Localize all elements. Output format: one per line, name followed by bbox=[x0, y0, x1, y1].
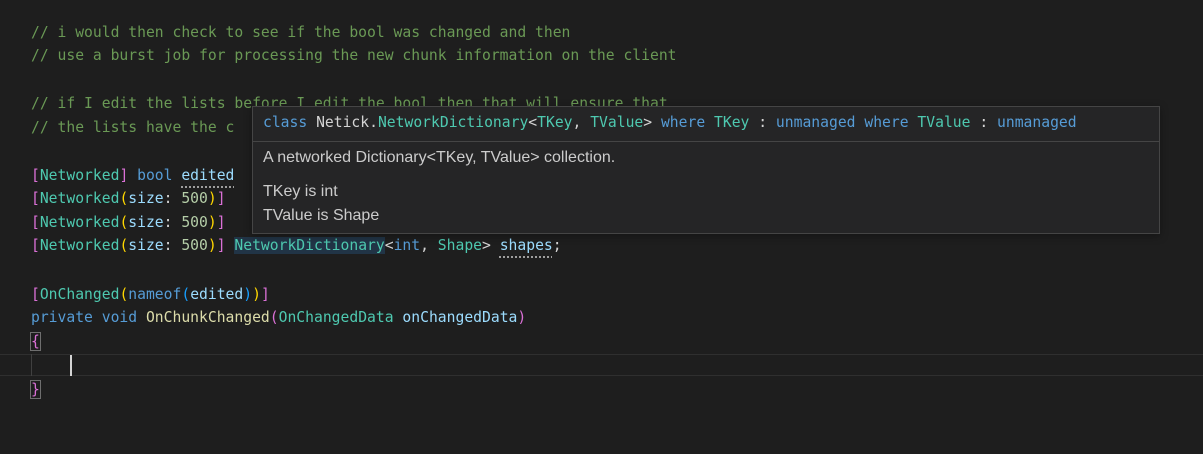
hover-keyword-unmanaged: unmanaged bbox=[997, 114, 1077, 131]
code-line-onchanged-attribute: [OnChanged(nameof(edited))] bbox=[31, 286, 270, 303]
attribute-networked: Networked bbox=[39, 167, 120, 184]
param-onchangeddata: onChangedData bbox=[402, 309, 518, 326]
hover-tkey: TKey bbox=[714, 114, 750, 131]
indent-guide bbox=[31, 354, 32, 376]
hover-tkey: TKey bbox=[537, 114, 573, 131]
type-shape: Shape bbox=[437, 237, 483, 254]
code-line-networked-attribute: [Networked(size: 500)] bbox=[31, 214, 226, 231]
number-500: 500 bbox=[181, 190, 208, 207]
attribute-networked: Networked bbox=[39, 190, 120, 207]
hover-signature: class Netick.NetworkDictionary<TKey, TVa… bbox=[263, 114, 1077, 131]
code-comment-line: // use a burst job for processing the ne… bbox=[31, 47, 677, 64]
hover-tvalue-info: TValue is Shape bbox=[263, 207, 380, 224]
number-500: 500 bbox=[181, 214, 208, 231]
current-line-highlight bbox=[0, 354, 1203, 376]
hover-namespace: Netick bbox=[316, 114, 370, 131]
field-shapes[interactable]: shapes bbox=[500, 237, 553, 254]
code-line-method-signature: private void OnChunkChanged(OnChangedDat… bbox=[31, 309, 527, 326]
keyword-nameof: nameof bbox=[128, 286, 182, 303]
code-line-edited-field: [Networked] bool edited bbox=[31, 167, 235, 184]
hover-description: A networked Dictionary<TKey, TValue> col… bbox=[263, 149, 616, 166]
keyword-bool: bool bbox=[137, 167, 173, 184]
method-onchunkchanged: OnChunkChanged bbox=[145, 309, 270, 326]
attribute-onchanged: OnChanged bbox=[39, 286, 120, 303]
code-line-networked-attribute: [Networked(size: 500)] bbox=[31, 190, 226, 207]
hover-keyword-where: where bbox=[660, 114, 706, 131]
attribute-networked: Networked bbox=[39, 214, 120, 231]
param-size: size bbox=[128, 190, 164, 207]
brace-open: { bbox=[30, 332, 41, 351]
hover-tkey-info: TKey is int bbox=[263, 183, 338, 200]
hover-class-name: NetworkDictionary bbox=[377, 114, 529, 131]
hover-tvalue: TValue bbox=[590, 114, 644, 131]
hover-tooltip[interactable]: class Netick.NetworkDictionary<TKey, TVa… bbox=[252, 106, 1160, 234]
param-size: size bbox=[128, 237, 164, 254]
code-line-open-brace: { bbox=[30, 330, 41, 354]
code-comment-line: // i would then check to see if the bool… bbox=[31, 24, 571, 41]
keyword-int: int bbox=[393, 237, 421, 254]
field-edited[interactable]: edited bbox=[181, 167, 234, 184]
hover-keyword-unmanaged: unmanaged bbox=[775, 114, 856, 131]
number-500: 500 bbox=[181, 237, 208, 254]
text-cursor bbox=[70, 355, 72, 376]
code-editor[interactable]: // i would then check to see if the bool… bbox=[0, 0, 1203, 454]
attribute-networked: Networked bbox=[39, 237, 120, 254]
type-onchangeddata: OnChangedData bbox=[278, 309, 394, 326]
hover-tvalue: TValue bbox=[917, 114, 971, 131]
hover-keyword-where: where bbox=[864, 114, 909, 131]
type-network-dictionary[interactable]: NetworkDictionary bbox=[234, 237, 385, 254]
code-line-close-brace: } bbox=[30, 378, 41, 402]
field-edited-reference: edited bbox=[190, 286, 244, 303]
param-size: size bbox=[128, 214, 164, 231]
code-comment-line: // the lists have the c bbox=[31, 119, 235, 136]
brace-close: } bbox=[30, 380, 41, 399]
code-line-shapes-field: [Networked(size: 500)] NetworkDictionary… bbox=[31, 237, 562, 254]
keyword-void: void bbox=[101, 309, 138, 326]
hover-keyword-class: class bbox=[263, 114, 308, 131]
keyword-private: private bbox=[31, 309, 93, 326]
hover-separator bbox=[253, 141, 1159, 142]
